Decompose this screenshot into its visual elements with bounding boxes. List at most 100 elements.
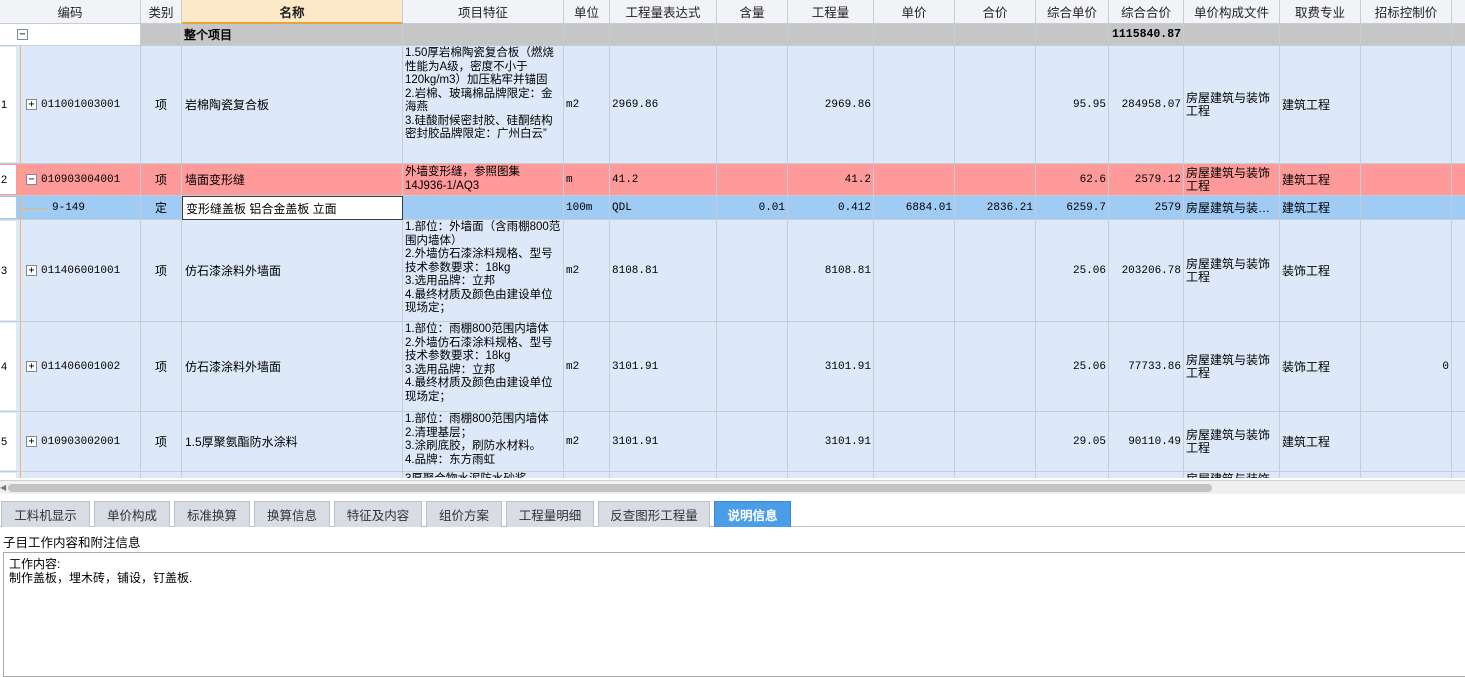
item-name[interactable]: 仿石漆涂料外墙面 bbox=[182, 322, 403, 412]
row-overflow bbox=[1452, 220, 1465, 322]
item-feature[interactable]: 1.部位：雨棚800范围内墙体 2.外墙仿石漆涂料规格、型号技术参数要求：18k… bbox=[403, 322, 564, 412]
header-quantity[interactable]: 工程量 bbox=[788, 0, 874, 24]
item-feature[interactable]: 外墙变形缝，参照图集 14J936-1/AQ3 bbox=[403, 164, 564, 196]
code-cell[interactable]: 9-149 bbox=[0, 196, 141, 220]
row-number: 3 bbox=[0, 221, 16, 320]
item-file[interactable]: 房屋建筑与装饰 bbox=[1184, 472, 1280, 478]
whole-major bbox=[1280, 24, 1361, 46]
header-name[interactable]: 名称 bbox=[182, 0, 403, 24]
tab-unit-price-composition[interactable]: 单价构成 bbox=[94, 501, 170, 527]
item-expression[interactable]: QDL bbox=[610, 196, 717, 220]
notes-line-1: 工作内容: bbox=[9, 557, 61, 571]
item-major[interactable]: 装饰工程 bbox=[1280, 220, 1361, 322]
item-feature[interactable]: 3厚聚合物水泥防水砂浆 bbox=[403, 472, 564, 478]
whole-price bbox=[874, 24, 955, 46]
item-feature[interactable]: 1.50厚岩棉陶瓷复合板（燃烧性能为A级，密度不小于120kg/m3）加压粘牢并… bbox=[403, 46, 564, 164]
tab-standard-conversion[interactable]: 标准换算 bbox=[174, 501, 250, 527]
item-file[interactable]: 房屋建筑与装饰工程 bbox=[1184, 412, 1280, 472]
item-name[interactable]: 变形缝盖板 铝合金盖板 立面 bbox=[182, 196, 403, 220]
item-comp-amount: 203206.78 bbox=[1109, 220, 1184, 322]
item-unit: 100m bbox=[564, 196, 610, 220]
tab-pricing-scheme[interactable]: 组价方案 bbox=[426, 501, 502, 527]
item-major[interactable]: 装饰工程 bbox=[1280, 322, 1361, 412]
expand-icon[interactable]: + bbox=[26, 361, 37, 372]
tab-quantity-details[interactable]: 工程量明细 bbox=[506, 501, 594, 527]
item-file[interactable]: 房屋建筑与装… bbox=[1184, 196, 1280, 220]
item-file[interactable]: 房屋建筑与装饰工程 bbox=[1184, 220, 1280, 322]
tab-features-content[interactable]: 特征及内容 bbox=[334, 501, 422, 527]
header-amount[interactable]: 合价 bbox=[955, 0, 1036, 24]
item-type: 定 bbox=[141, 196, 182, 220]
scrollbar-thumb[interactable] bbox=[8, 484, 1212, 492]
item-content bbox=[717, 322, 788, 412]
tab-labor-material[interactable]: 工料机显示 bbox=[1, 501, 90, 527]
header-price[interactable]: 单价 bbox=[874, 0, 955, 24]
item-name[interactable]: 墙面变形缝 bbox=[182, 164, 403, 196]
expand-icon[interactable]: + bbox=[26, 436, 37, 447]
horizontal-scrollbar[interactable]: ◀ bbox=[0, 480, 1465, 494]
item-expression[interactable]: 41.2 bbox=[610, 164, 717, 196]
item-code: 011406001002 bbox=[41, 360, 121, 373]
table-row[interactable]: 1 +011001003001 项岩棉陶瓷复合板 1.50厚岩棉陶瓷复合板（燃烧性能为… bbox=[0, 46, 1465, 164]
whole-feature bbox=[403, 24, 564, 46]
item-name[interactable] bbox=[182, 472, 403, 478]
item-expression[interactable] bbox=[610, 472, 717, 478]
header-unit[interactable]: 单位 bbox=[564, 0, 610, 24]
header-comp-price[interactable]: 综合单价 bbox=[1036, 0, 1109, 24]
item-feature[interactable] bbox=[403, 196, 564, 220]
table-row[interactable]: 5 +010903002001 项 1.5厚聚氨酯防水涂料 1.部位：雨棚800范围内墙… bbox=[0, 412, 1465, 472]
header-expression[interactable]: 工程量表达式 bbox=[610, 0, 717, 24]
header-code[interactable]: 编码 bbox=[0, 0, 141, 24]
item-major[interactable]: 建筑工程 bbox=[1280, 46, 1361, 164]
table-row[interactable]: 3厚聚合物水泥防水砂浆 房屋建筑与装饰 bbox=[0, 472, 1465, 478]
tab-graphic-quantity[interactable]: 反查图形工程量 bbox=[598, 501, 710, 527]
header-type[interactable]: 类别 bbox=[141, 0, 182, 24]
code-cell[interactable]: 1 +011001003001 bbox=[0, 46, 141, 164]
header-ctrl[interactable]: 招标控制价 bbox=[1361, 0, 1452, 24]
item-feature[interactable]: 1.部位：外墙面（含雨棚800范围内墙体） 2.外墙仿石漆涂料规格、型号技术参数… bbox=[403, 220, 564, 322]
header-feature[interactable]: 项目特征 bbox=[403, 0, 564, 24]
whole-project-row[interactable]: − 整个项目 1115840.87 bbox=[0, 24, 1465, 46]
collapse-icon[interactable]: − bbox=[26, 174, 37, 185]
item-unit: m2 bbox=[564, 412, 610, 472]
code-cell[interactable]: 3 +011406001001 bbox=[0, 220, 141, 322]
expand-icon[interactable]: + bbox=[26, 99, 37, 110]
code-cell[interactable]: 2−010903004001 bbox=[0, 164, 141, 196]
notes-textarea[interactable]: 工作内容: 制作盖板，埋木砖，铺设，钉盖板. bbox=[3, 552, 1465, 677]
tab-conversion-info[interactable]: 换算信息 bbox=[254, 501, 330, 527]
item-expression[interactable]: 2969.86 bbox=[610, 46, 717, 164]
table-row[interactable]: 2−010903004001 项墙面变形缝 外墙变形缝，参照图集 14J936-1/… bbox=[0, 164, 1465, 196]
expand-icon[interactable]: + bbox=[26, 265, 37, 276]
item-unit: m2 bbox=[564, 322, 610, 412]
code-cell[interactable] bbox=[0, 472, 141, 478]
item-name[interactable]: 1.5厚聚氨酯防水涂料 bbox=[182, 412, 403, 472]
header-major[interactable]: 取费专业 bbox=[1280, 0, 1361, 24]
item-major[interactable]: 建筑工程 bbox=[1280, 196, 1361, 220]
item-file[interactable]: 房屋建筑与装饰工程 bbox=[1184, 164, 1280, 196]
code-cell[interactable]: 5 +010903002001 bbox=[0, 412, 141, 472]
row-number: 1 bbox=[0, 47, 16, 162]
item-major[interactable]: 建筑工程 bbox=[1280, 412, 1361, 472]
item-expression[interactable]: 3101.91 bbox=[610, 322, 717, 412]
scroll-left-icon[interactable]: ◀ bbox=[0, 483, 6, 492]
code-cell[interactable]: 4 +011406001002 bbox=[0, 322, 141, 412]
table-row[interactable]: 4 +011406001002 项仿石漆涂料外墙面 1.部位：雨棚800范围内墙体 2… bbox=[0, 322, 1465, 412]
tab-description[interactable]: 说明信息 bbox=[714, 501, 791, 527]
row-overflow bbox=[1452, 322, 1465, 412]
item-major[interactable] bbox=[1280, 472, 1361, 478]
table-row[interactable]: 3 +011406001001 项仿石漆涂料外墙面 1.部位：外墙面（含雨棚800范围… bbox=[0, 220, 1465, 322]
item-file[interactable]: 房屋建筑与装饰工程 bbox=[1184, 46, 1280, 164]
item-file[interactable]: 房屋建筑与装饰工程 bbox=[1184, 322, 1280, 412]
quota-row[interactable]: 9-149 定变形缝盖板 铝合金盖板 立面 100m QDL 0.01 0.412 6884… bbox=[0, 196, 1465, 220]
header-comp-amount[interactable]: 综合合价 bbox=[1109, 0, 1184, 24]
item-expression[interactable]: 8108.81 bbox=[610, 220, 717, 322]
item-feature[interactable]: 1.部位：雨棚800范围内墙体 2.清理基层； 3.涂刷底胶，刷防水材料。 4.… bbox=[403, 412, 564, 472]
collapse-icon[interactable]: − bbox=[17, 29, 28, 40]
item-name[interactable]: 仿石漆涂料外墙面 bbox=[182, 220, 403, 322]
header-content[interactable]: 含量 bbox=[717, 0, 788, 24]
item-expression[interactable]: 3101.91 bbox=[610, 412, 717, 472]
item-name[interactable]: 岩棉陶瓷复合板 bbox=[182, 46, 403, 164]
header-file[interactable]: 单价构成文件 bbox=[1184, 0, 1280, 24]
item-comp-amount: 90110.49 bbox=[1109, 412, 1184, 472]
item-major[interactable]: 建筑工程 bbox=[1280, 164, 1361, 196]
